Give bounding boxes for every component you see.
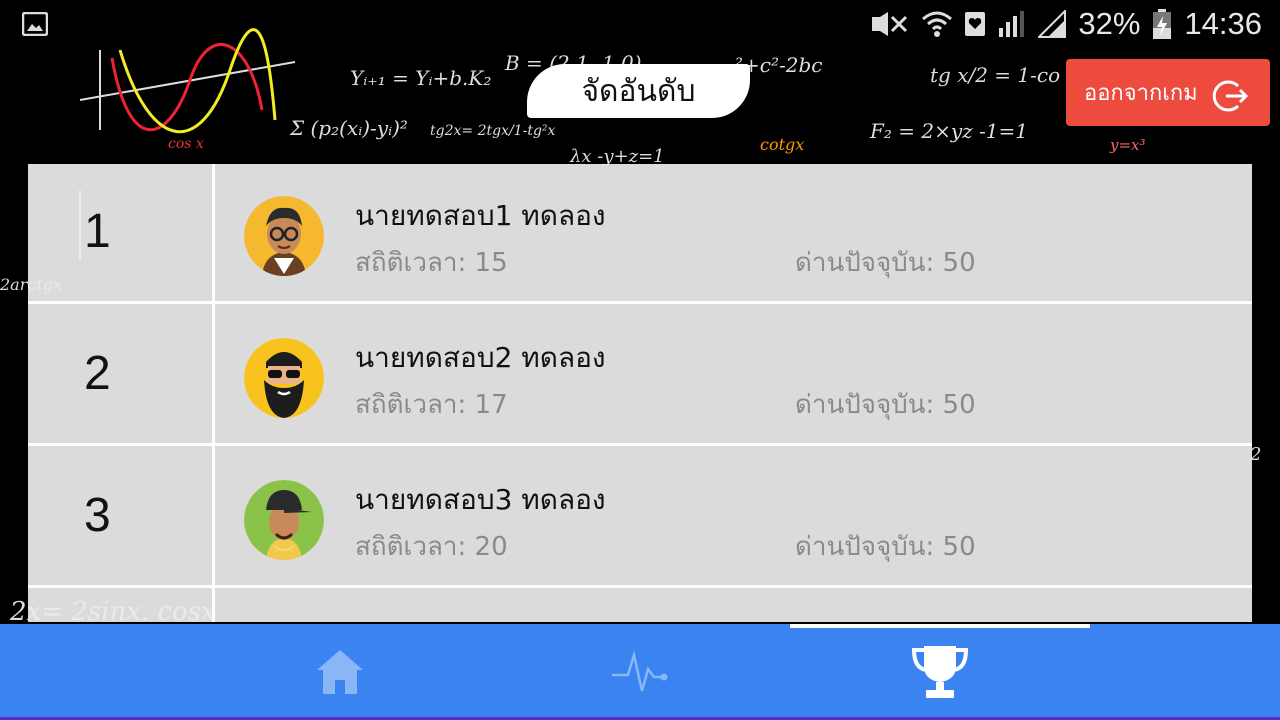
svg-text:cos x: cos x xyxy=(168,136,204,152)
exit-arrow-icon xyxy=(1212,80,1248,112)
gallery-icon xyxy=(22,12,48,36)
current-stage: ด่านปัจจุบัน: 50 xyxy=(795,248,976,278)
rank-number: 1 xyxy=(84,205,111,258)
battery-percent: 32% xyxy=(1078,6,1141,41)
leaderboard-row[interactable]: 3 นายทดสอบ3 ทดลอง สถิติเวลา: 20 ด่านปัจจ… xyxy=(28,448,1252,588)
player-name: นายทดสอบ1 ทดลอง xyxy=(355,199,606,232)
rank-number: 2 xyxy=(84,347,111,400)
time-record: สถิติเวลา: 20 xyxy=(355,532,508,562)
mute-icon xyxy=(872,12,908,36)
cap-man-avatar xyxy=(244,480,324,560)
bottom-navigation xyxy=(0,624,1280,720)
status-bar: 32% 14:36 xyxy=(0,0,1280,48)
row-divider xyxy=(28,585,1252,588)
leaderboard-row[interactable]: 1 นายทดสอบ1 ทดลอง สถิติเวลา: 15 ด่านปัจจ… xyxy=(28,164,1252,304)
time-record: สถิติเวลา: 17 xyxy=(355,390,508,420)
player-name: นายทดสอบ3 ทดลอง xyxy=(355,483,606,516)
nav-leaderboard[interactable] xyxy=(790,624,1090,720)
svg-text:tg2x= 2tgx/1-tg²x: tg2x= 2tgx/1-tg²x xyxy=(430,123,556,139)
glasses-man-avatar xyxy=(244,196,324,276)
svg-text:Σ (p₂(xᵢ)-yᵢ)²: Σ (p₂(xᵢ)-yᵢ)² xyxy=(289,116,408,140)
exit-button-label: ออกจากเกม xyxy=(1084,81,1198,106)
signal-icon xyxy=(999,11,1025,37)
page-title: จัดอันดับ xyxy=(527,64,750,118)
leaderboard-row[interactable]: 2 นายทดสอบ2 ทดลอง สถิติเวลา: 17 ด่านปัจจ… xyxy=(28,306,1252,446)
clock: 14:36 xyxy=(1184,6,1262,41)
current-stage: ด่านปัจจุบัน: 50 xyxy=(795,390,976,420)
wifi-icon xyxy=(922,11,953,37)
svg-text:y=x³: y=x³ xyxy=(1109,136,1146,154)
heart-icon xyxy=(965,12,986,36)
svg-text:cotgx: cotgx xyxy=(760,135,804,154)
nav-home[interactable] xyxy=(190,624,490,720)
svg-text:F₂ = 2×yz -1=1: F₂ = 2×yz -1=1 xyxy=(869,119,1028,143)
pulse-icon xyxy=(612,650,668,692)
svg-text:tg x/2 = 1-co: tg x/2 = 1-co xyxy=(930,63,1060,87)
current-stage: ด่านปัจจุบัน: 50 xyxy=(795,532,976,562)
signal-icon xyxy=(1038,10,1067,38)
bearded-man-avatar xyxy=(244,338,324,418)
battery-charging-icon xyxy=(1153,9,1172,39)
svg-text:Yᵢ₊₁ = Yᵢ+b.K₂: Yᵢ₊₁ = Yᵢ+b.K₂ xyxy=(350,66,491,90)
time-record: สถิติเวลา: 15 xyxy=(355,248,508,278)
row-divider xyxy=(28,443,1252,446)
rank-number: 3 xyxy=(84,489,111,542)
row-divider xyxy=(28,301,1252,304)
home-icon xyxy=(317,650,363,694)
nav-statistics[interactable] xyxy=(490,624,790,720)
trophy-icon xyxy=(911,646,969,698)
leaderboard-panel: 1 นายทดสอบ1 ทดลอง สถิติเวลา: 15 ด่านปัจจ… xyxy=(28,164,1252,622)
player-name: นายทดสอบ2 ทดลอง xyxy=(355,341,606,374)
